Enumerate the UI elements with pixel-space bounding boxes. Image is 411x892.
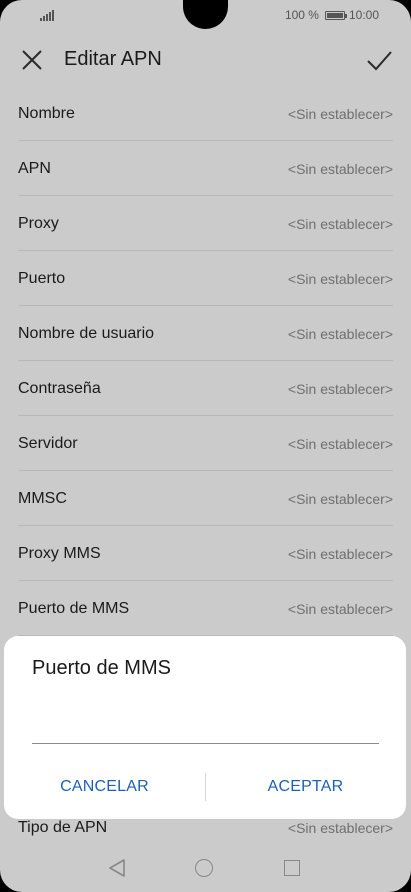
- field-row-mmsc[interactable]: MMSC <Sin establecer>: [18, 471, 393, 526]
- field-label: Proxy MMS: [18, 545, 101, 562]
- camera-notch: [183, 0, 228, 29]
- field-row-apn[interactable]: APN <Sin establecer>: [18, 141, 393, 196]
- mms-port-dialog: Puerto de MMS CANCELAR ACEPTAR: [4, 636, 406, 819]
- field-label: Servidor: [18, 435, 78, 452]
- signal-icon: [40, 10, 54, 21]
- system-nav-bar: [0, 850, 411, 890]
- status-right: 100 % 10:00: [285, 8, 379, 22]
- field-row-proxy-mms[interactable]: Proxy MMS <Sin establecer>: [18, 526, 393, 581]
- field-row-nombre[interactable]: Nombre <Sin establecer>: [18, 86, 393, 141]
- field-label: Proxy: [18, 215, 59, 232]
- close-icon[interactable]: [19, 47, 45, 73]
- recent-apps-icon[interactable]: [284, 860, 300, 876]
- home-icon[interactable]: [195, 859, 213, 877]
- field-value: <Sin establecer>: [287, 216, 393, 232]
- screen: 100 % 10:00 Editar APN Nombre <Sin estab…: [0, 0, 411, 892]
- apn-field-list: Nombre <Sin establecer> APN <Sin estable…: [0, 86, 411, 636]
- field-value: <Sin establecer>: [287, 491, 393, 507]
- field-value: <Sin establecer>: [287, 546, 393, 562]
- status-bar: 100 % 10:00: [0, 0, 411, 32]
- field-value: <Sin establecer>: [287, 161, 393, 177]
- app-header: Editar APN: [0, 32, 411, 88]
- battery-percent: 100 %: [284, 8, 319, 22]
- back-icon[interactable]: [108, 858, 126, 878]
- field-label: Nombre: [18, 105, 75, 122]
- field-row-tipo-apn[interactable]: Tipo de APN <Sin establecer>: [18, 815, 393, 845]
- field-label: Puerto de MMS: [18, 600, 130, 617]
- page-title: Editar APN: [64, 48, 162, 70]
- field-value: <Sin establecer>: [287, 326, 393, 342]
- field-label: MMSC: [18, 490, 67, 507]
- field-value: <Sin establecer>: [287, 820, 393, 836]
- accept-button[interactable]: ACEPTAR: [205, 769, 406, 805]
- dialog-title: Puerto de MMS: [32, 657, 171, 679]
- dialog-buttons: CANCELAR ACEPTAR: [4, 769, 406, 805]
- field-label: Tipo de APN: [18, 819, 108, 836]
- field-label: APN: [18, 160, 51, 177]
- field-row-puerto[interactable]: Puerto <Sin establecer>: [18, 251, 393, 306]
- field-value: <Sin establecer>: [287, 271, 393, 287]
- field-value: <Sin establecer>: [287, 436, 393, 452]
- field-label: Contraseña: [18, 380, 101, 397]
- battery-icon: [324, 10, 347, 20]
- clock: 10:00: [348, 8, 379, 22]
- field-value: <Sin establecer>: [287, 381, 393, 397]
- field-value: <Sin establecer>: [287, 601, 393, 617]
- field-label: Puerto: [18, 270, 66, 287]
- mms-port-input[interactable]: [32, 714, 379, 744]
- field-row-proxy[interactable]: Proxy <Sin establecer>: [18, 196, 393, 251]
- field-row-nombre-usuario[interactable]: Nombre de usuario <Sin establecer>: [18, 306, 393, 361]
- field-label: Nombre de usuario: [18, 325, 155, 342]
- cancel-button[interactable]: CANCELAR: [4, 769, 205, 805]
- field-value: <Sin establecer>: [287, 106, 393, 122]
- field-row-puerto-mms[interactable]: Puerto de MMS <Sin establecer>: [18, 581, 393, 636]
- check-icon[interactable]: [365, 46, 393, 74]
- field-row-contrasena[interactable]: Contraseña <Sin establecer>: [18, 361, 393, 416]
- field-row-servidor[interactable]: Servidor <Sin establecer>: [18, 416, 393, 471]
